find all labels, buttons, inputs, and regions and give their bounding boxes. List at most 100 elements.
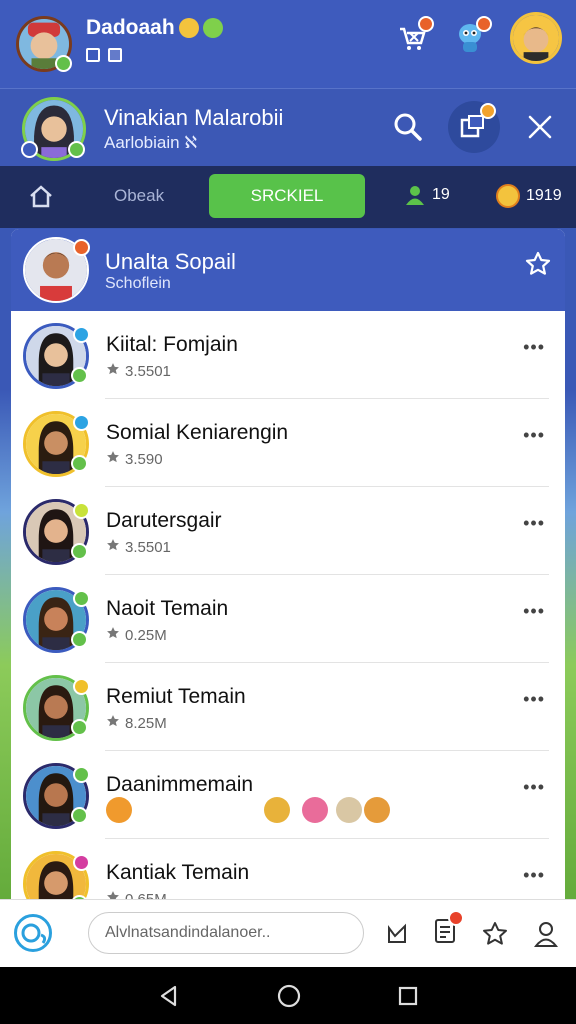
coins-stat[interactable]: 1919 [496, 184, 562, 208]
friend-avatar[interactable] [23, 675, 90, 741]
friend-avatar[interactable] [23, 411, 90, 477]
friend-list: Kiital: Fomjain 3.5501 ••• Somial Keniareng… [11, 311, 565, 899]
green-emoji-icon [202, 18, 223, 38]
friend-status-dot [73, 502, 90, 519]
notify-dot [73, 239, 90, 256]
back-icon[interactable] [157, 984, 181, 1008]
edit-icon[interactable] [386, 923, 408, 945]
friend-avatar[interactable] [23, 763, 90, 829]
chat-badge [480, 103, 496, 119]
panel-title: Unalta Sopail [105, 249, 236, 274]
search-icon [394, 113, 422, 141]
smile-emoji-icon [178, 18, 199, 38]
rating-star-icon [106, 362, 120, 380]
more-options-icon[interactable]: ••• [523, 425, 545, 446]
home-circle-icon[interactable] [276, 983, 302, 1009]
friend-row[interactable]: Naoit Temain 0.25M ••• [11, 575, 565, 663]
search-button[interactable] [390, 109, 426, 145]
message-input[interactable] [88, 912, 364, 954]
bottom-bar [0, 899, 576, 967]
rating-star-icon [106, 538, 120, 556]
app-logo-button[interactable] [14, 914, 52, 952]
friend-status-dot [73, 326, 90, 343]
app-title: Dadoaah [86, 16, 223, 40]
coin-icon [496, 184, 520, 208]
tab-obeak[interactable]: Obeak [114, 186, 164, 206]
top-icons [394, 12, 562, 64]
friends-count: 19 [432, 186, 450, 203]
friend-meta: 8.25M [106, 714, 167, 732]
notes-button[interactable] [434, 910, 464, 949]
more-options-icon[interactable]: ••• [523, 777, 545, 798]
favorite-button[interactable] [525, 251, 551, 282]
title-subicons [86, 48, 122, 62]
friend-avatar[interactable] [23, 499, 90, 565]
chat-header: Vinakian Malarobii Aarlobiain ℵ [0, 88, 576, 166]
contact-avatar[interactable] [21, 97, 86, 161]
star-icon [525, 251, 551, 275]
recents-icon[interactable] [397, 985, 419, 1007]
friend-score: 8.25M [125, 714, 167, 732]
home-icon [30, 185, 52, 208]
notes-badge [448, 910, 464, 926]
mascot-badge [476, 16, 492, 32]
cart-badge [418, 16, 434, 32]
rating-star-icon [106, 450, 120, 468]
tab-home[interactable] [28, 184, 54, 213]
more-options-icon[interactable]: ••• [523, 513, 545, 534]
reaction-emoji-icon [364, 797, 390, 823]
more-options-icon[interactable]: ••• [523, 865, 545, 886]
panel-header: Unalta Sopail Schoflein [11, 229, 565, 311]
online-dot [71, 807, 88, 824]
friend-status-dot [73, 414, 90, 431]
mascot-button[interactable] [452, 16, 492, 56]
friend-avatar[interactable] [23, 587, 90, 653]
friend-name: Daanimmemain [106, 773, 254, 796]
user-avatar[interactable] [16, 16, 72, 72]
more-options-icon[interactable]: ••• [523, 689, 545, 710]
profile-avatar[interactable] [510, 12, 562, 64]
close-icon [528, 115, 552, 139]
friend-status-dot [73, 678, 90, 695]
user-icon[interactable] [534, 921, 558, 947]
more-options-icon[interactable]: ••• [523, 337, 545, 358]
friend-meta: 3.5501 [106, 362, 171, 380]
friend-row[interactable]: Remiut Temain 8.25M ••• [11, 663, 565, 751]
friend-list-panel: Unalta Sopail Schoflein Kiital: Fomjain 3… [11, 229, 565, 899]
friends-icon [406, 186, 424, 205]
tab-active[interactable]: SRCKIEL [209, 174, 365, 218]
square-icon [86, 48, 100, 62]
cart-button[interactable] [394, 16, 434, 56]
chat-window-button[interactable] [448, 101, 500, 153]
logo-icon [21, 923, 47, 944]
panel-avatar[interactable] [23, 237, 90, 303]
friend-score: 0.25M [125, 626, 167, 644]
friend-avatar[interactable] [23, 323, 90, 389]
more-options-icon[interactable]: ••• [523, 601, 545, 622]
friend-name: Kantiak Temain [106, 861, 250, 884]
emoji-reactions [106, 797, 390, 827]
friend-score: 3.5501 [125, 362, 171, 380]
friend-status-dot [73, 854, 90, 871]
online-dot [71, 455, 88, 472]
star-outline-icon[interactable] [482, 921, 508, 947]
friends-stat[interactable]: 19 [404, 184, 450, 206]
friend-row[interactable]: Kiital: Fomjain 3.5501 ••• [11, 311, 565, 399]
friend-name: Kiital: Fomjain [106, 333, 238, 356]
reaction-emoji-icon [336, 797, 362, 823]
friend-status-dot [73, 766, 90, 783]
friend-status-dot [73, 590, 90, 607]
friend-row[interactable]: Kantiak Temain 0.65M ••• [11, 839, 565, 899]
friend-row[interactable]: Darutersgair 3.5501 ••• [11, 487, 565, 575]
reaction-emoji-icon [302, 797, 328, 823]
bottom-icons [386, 910, 558, 949]
friend-row[interactable]: Somial Keniarengin 3.590 ••• [11, 399, 565, 487]
friend-meta: 0.25M [106, 626, 167, 644]
friend-row[interactable]: Daanimmemain ••• [11, 751, 565, 839]
friend-score: 3.5501 [125, 538, 171, 556]
close-button[interactable] [522, 109, 558, 145]
system-nav-bar [0, 967, 576, 1024]
top-bar: Dadoaah [0, 0, 576, 88]
friend-meta: 3.5501 [106, 538, 171, 556]
friend-avatar[interactable] [23, 851, 90, 899]
